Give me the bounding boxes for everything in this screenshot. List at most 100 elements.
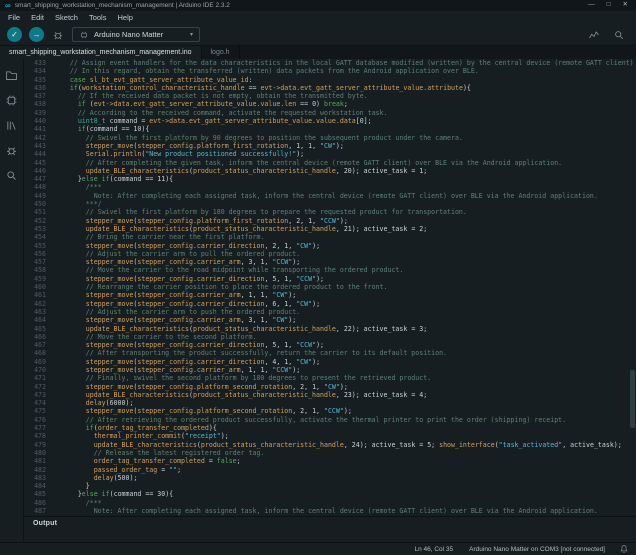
code-line: 459 stepper_move(stepper_config.carrier_…: [24, 275, 636, 283]
code-line: 439 // According to the received command…: [24, 109, 636, 117]
menu-tools[interactable]: Tools: [89, 13, 107, 22]
title-bar: ∞ smart_shipping_workstation_mechanism_m…: [0, 0, 636, 11]
code-line: 481 order_tag_transfer_completed = false…: [24, 457, 636, 465]
minimize-icon[interactable]: —: [588, 2, 595, 9]
code-line: 457 stepper_move(stepper_config.carrier_…: [24, 258, 636, 266]
line-number: 470: [24, 366, 54, 374]
boards-manager-button[interactable]: [0, 88, 24, 113]
menu-edit[interactable]: Edit: [31, 13, 44, 22]
code-text: Note: After completing each assigned tas…: [54, 192, 636, 200]
code-line: 486 /***: [24, 499, 636, 507]
code-text: stepper_move(stepper_config.carrier_arm,…: [54, 316, 636, 324]
code-line: 434 // In this regard, obtain the transf…: [24, 67, 636, 75]
line-number: 476: [24, 416, 54, 424]
board-selector[interactable]: Arduino Nano Matter ▾: [72, 27, 200, 42]
line-number: 484: [24, 482, 54, 490]
code-text: if (evt->data.evt_gatt_server_attribute_…: [54, 100, 636, 108]
maximize-icon[interactable]: □: [607, 2, 611, 9]
code-line: 455 stepper_move(stepper_config.carrier_…: [24, 242, 636, 250]
menu-file[interactable]: File: [8, 13, 20, 22]
code-line: 476 // After retrieving the ordered prod…: [24, 416, 636, 424]
code-line: 446 update_BLE_characteristics(product_s…: [24, 167, 636, 175]
code-line: 466 // Move the carrier to the second pl…: [24, 333, 636, 341]
line-number: 473: [24, 391, 54, 399]
code-line: 452 stepper_move(stepper_config.platform…: [24, 217, 636, 225]
code-line: 475 stepper_move(stepper_config.platform…: [24, 407, 636, 415]
code-text: stepper_move(stepper_config.carrier_dire…: [54, 341, 636, 349]
serial-monitor-icon: [613, 29, 625, 41]
code-line: 482 passed_order_tag = "";: [24, 466, 636, 474]
code-line: 447 }else if(command == 11){: [24, 175, 636, 183]
code-text: stepper_move(stepper_config.platform_fir…: [54, 217, 636, 225]
code-lines: 433 // Assign event handlers for the dat…: [24, 59, 636, 515]
serial-plotter-button[interactable]: [587, 28, 601, 42]
line-number: 456: [24, 250, 54, 258]
verify-button[interactable]: ✓: [7, 27, 22, 42]
output-panel-title: Output: [33, 520, 57, 527]
code-text: /***: [54, 499, 636, 507]
menu-sketch[interactable]: Sketch: [55, 13, 78, 22]
line-number: 449: [24, 192, 54, 200]
notifications-button[interactable]: [619, 544, 629, 554]
line-number: 450: [24, 200, 54, 208]
toolbar-right: [587, 28, 629, 42]
code-text: stepper_move(stepper_config.carrier_dire…: [54, 358, 636, 366]
code-text: delay(500);: [54, 474, 636, 482]
library-manager-button[interactable]: [0, 113, 24, 138]
code-line: 451 // Swivel the first platform by 180 …: [24, 208, 636, 216]
code-text: uint8_t command = evt->data.evt_gatt_ser…: [54, 117, 636, 125]
code-text: stepper_move(stepper_config.platform_fir…: [54, 142, 636, 150]
cursor-position: Ln 46, Col 35: [414, 546, 453, 553]
tab-label: smart_shipping_workstation_mechanism_man…: [9, 49, 192, 56]
code-text: order_tag_transfer_completed = false;: [54, 457, 636, 465]
code-line: 453 update_BLE_characteristics(product_s…: [24, 225, 636, 233]
code-line: 437 // If the received data packet is no…: [24, 92, 636, 100]
code-text: if(command == 10){: [54, 125, 636, 133]
menu-help[interactable]: Help: [117, 13, 132, 22]
line-number: 441: [24, 125, 54, 133]
line-number: 457: [24, 258, 54, 266]
line-number: 482: [24, 466, 54, 474]
code-text: stepper_move(stepper_config.platform_sec…: [54, 407, 636, 415]
line-number: 444: [24, 150, 54, 158]
code-text: if(order_tag_transfer_completed){: [54, 424, 636, 432]
upload-arrow-icon: →: [33, 31, 41, 39]
line-number: 455: [24, 242, 54, 250]
code-text: stepper_move(stepper_config.platform_sec…: [54, 383, 636, 391]
close-icon[interactable]: ✕: [623, 2, 628, 9]
code-text: // Move the carrier to the road midpoint…: [54, 266, 636, 274]
line-number: 436: [24, 84, 54, 92]
code-line: 479 update_BLE_characteristics(product_s…: [24, 441, 636, 449]
board-chip-icon: [79, 30, 89, 40]
code-text: if(workstation_control_characteristic_ha…: [54, 84, 636, 92]
sketchbook-button[interactable]: [0, 63, 24, 88]
line-number: 462: [24, 300, 54, 308]
tab-sketch-ino[interactable]: smart_shipping_workstation_mechanism_man…: [0, 46, 202, 59]
search-icon: [5, 169, 18, 182]
code-editor[interactable]: 433 // Assign event handlers for the dat…: [24, 59, 636, 516]
serial-monitor-button[interactable]: [612, 28, 626, 42]
debug-panel-button[interactable]: [0, 138, 24, 163]
editor-scrollbar[interactable]: [630, 370, 635, 428]
search-button[interactable]: [0, 163, 24, 188]
line-number: 468: [24, 349, 54, 357]
tab-logo-h[interactable]: logo.h: [202, 46, 240, 59]
line-number: 439: [24, 109, 54, 117]
toolbar: ✓ → Arduino Nano Matter ▾: [0, 24, 636, 46]
line-number: 485: [24, 490, 54, 498]
upload-button[interactable]: →: [29, 27, 44, 42]
code-line: 456 // Adjust the carrier arm to pull th…: [24, 250, 636, 258]
code-line: 474 delay(6000);: [24, 399, 636, 407]
status-bar: Ln 46, Col 35 Arduino Nano Matter on COM…: [0, 542, 636, 555]
code-line: 480 // Release the latest registered ord…: [24, 449, 636, 457]
line-number: 448: [24, 183, 54, 191]
line-number: 453: [24, 225, 54, 233]
code-line: 449 Note: After completing each assigned…: [24, 192, 636, 200]
tab-label: logo.h: [211, 49, 230, 56]
window-title: smart_shipping_workstation_mechanism_man…: [15, 2, 230, 9]
line-number: 469: [24, 358, 54, 366]
verify-check-icon: ✓: [11, 31, 18, 39]
debug-button[interactable]: [51, 28, 65, 42]
code-text: update_BLE_characteristics(product_statu…: [54, 225, 636, 233]
code-text: update_BLE_characteristics(product_statu…: [54, 325, 636, 333]
